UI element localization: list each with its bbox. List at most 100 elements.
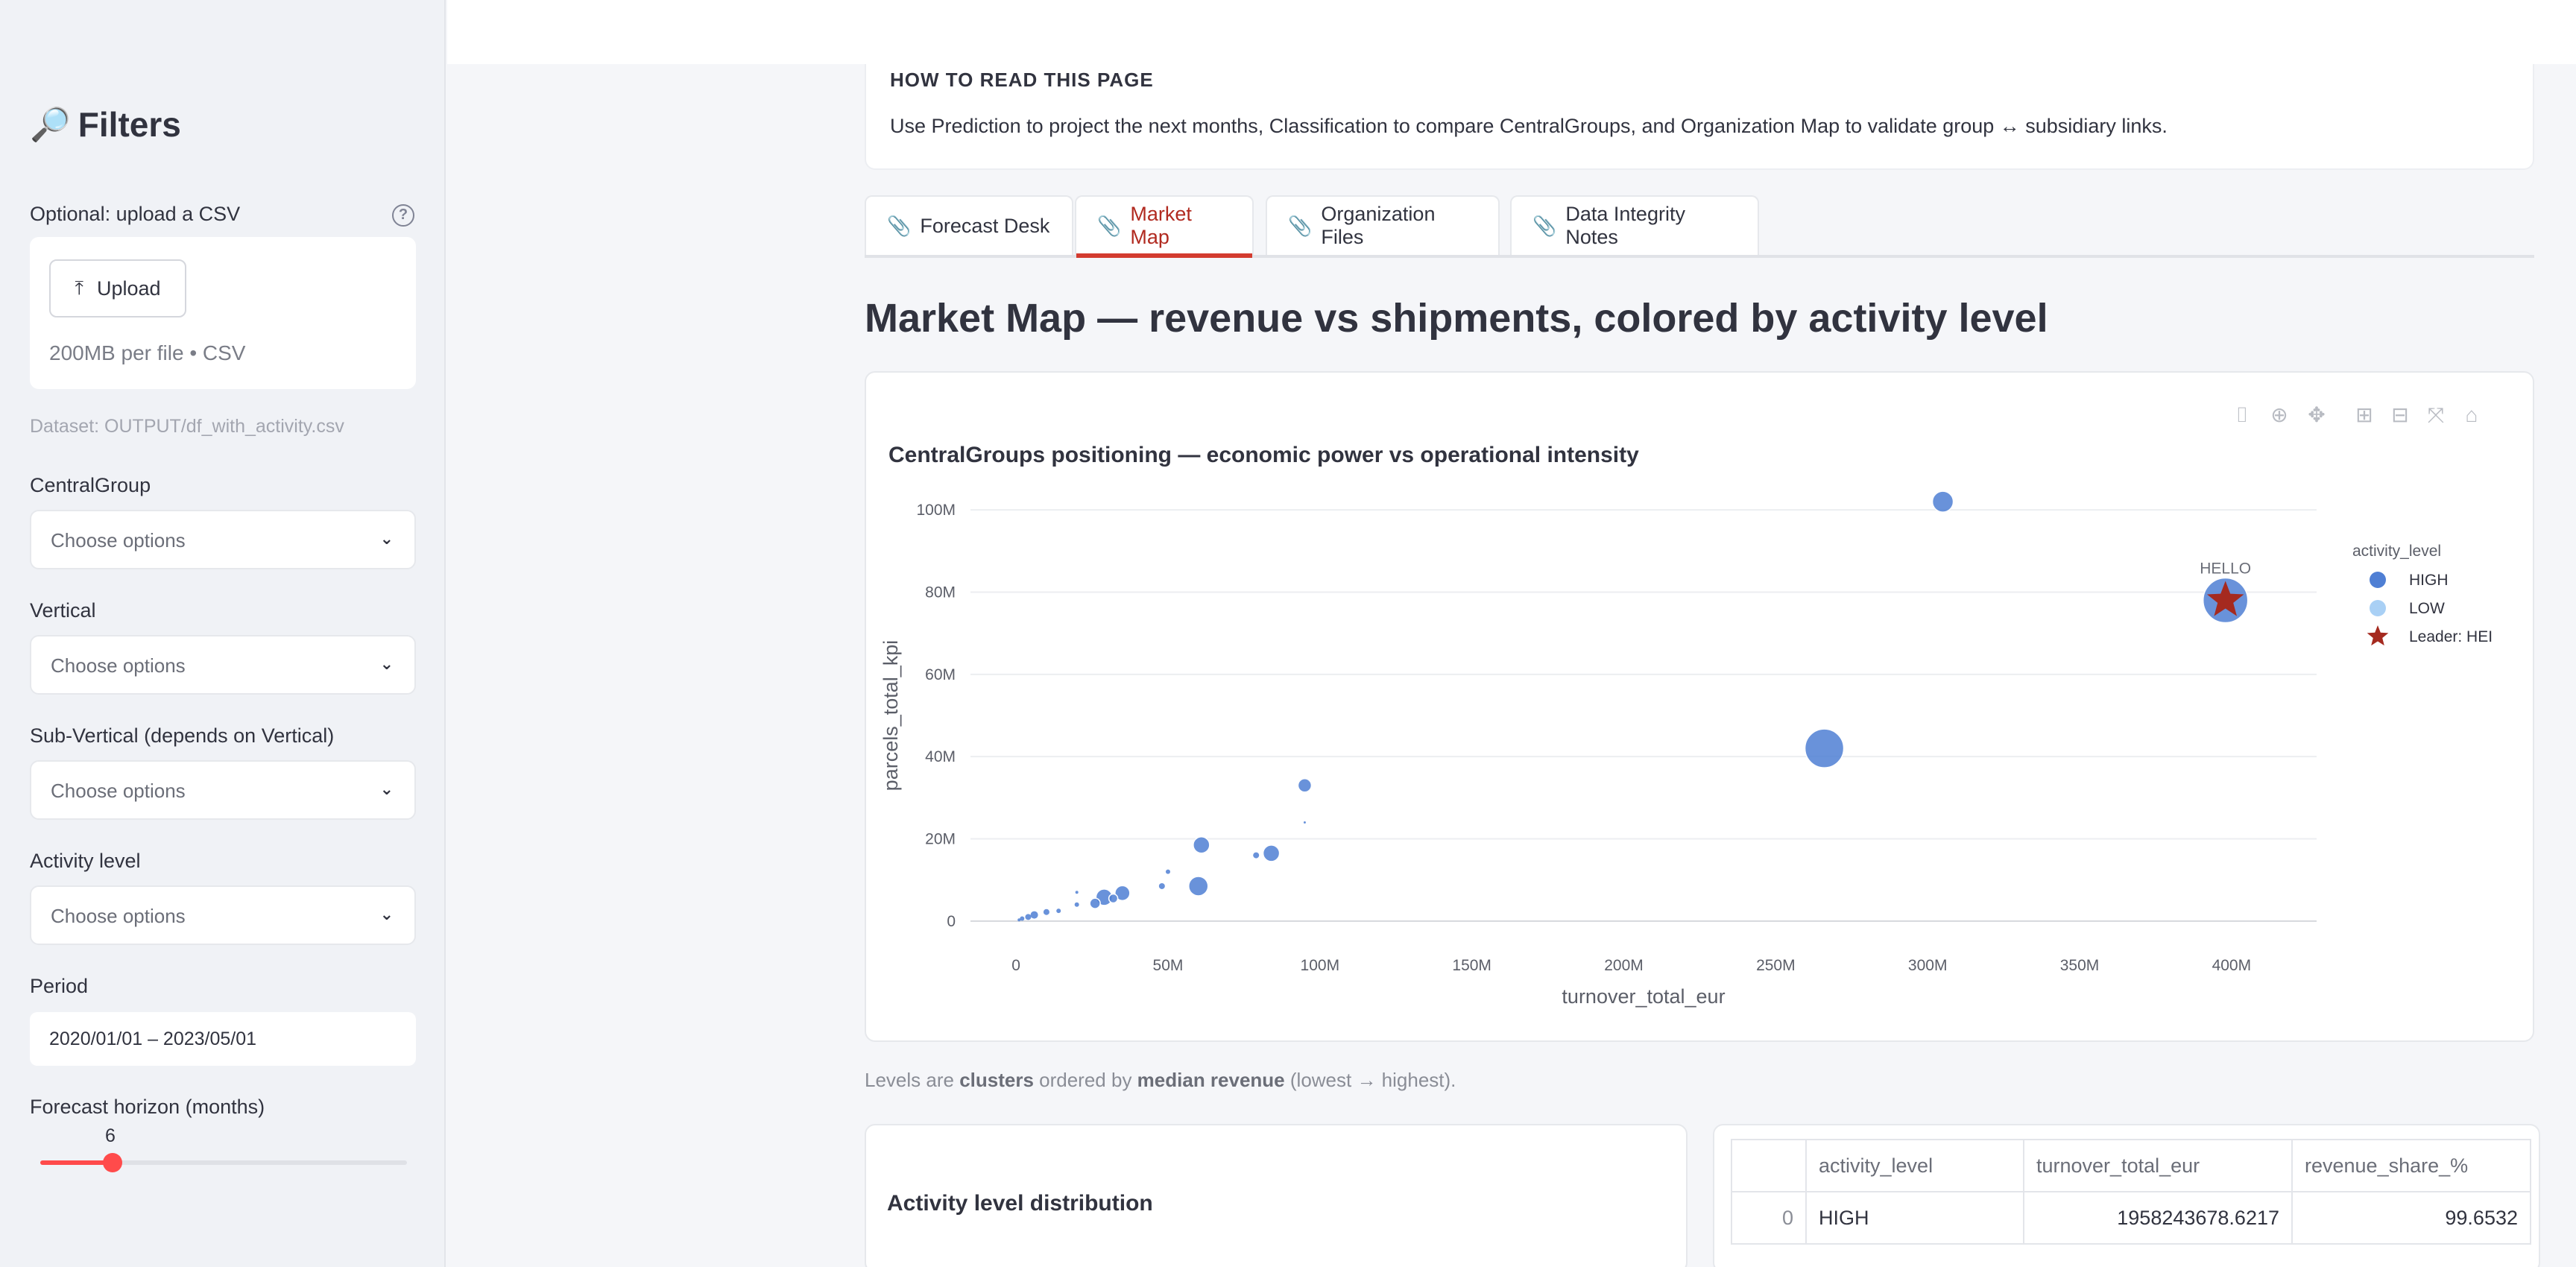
y-tick-label: 80M — [925, 584, 956, 601]
table-header-row: activity_level turnover_total_eur revenu… — [1731, 1139, 2531, 1192]
legend-item-label: LOW — [2409, 600, 2445, 617]
horizon-slider-thumb[interactable] — [103, 1153, 122, 1172]
table-header[interactable] — [1731, 1139, 1807, 1192]
x-tick-label: 150M — [1452, 957, 1491, 974]
sub-vertical-label: Sub-Vertical (depends on Vertical) — [30, 724, 335, 747]
horizon-label: Forecast horizon (months) — [30, 1096, 265, 1118]
chevron-down-icon: ⌄ — [379, 529, 394, 548]
section-title: Market Map — revenue vs shipments, color… — [865, 296, 2048, 341]
chevron-down-icon: ⌄ — [379, 780, 394, 798]
tab-market-map[interactable]: 📎 Market Map — [1075, 195, 1254, 258]
upload-hint: 200MB per file • CSV — [49, 341, 246, 364]
file-uploader: ⤒ Upload 200MB per file • CSV — [30, 237, 416, 389]
horizon-slider-fill — [40, 1160, 112, 1165]
centralgroup-select[interactable]: Choose options ⌄ — [30, 510, 416, 569]
upload-icon: ⤒ — [75, 277, 83, 299]
table-header[interactable]: revenue_share_% — [2291, 1139, 2531, 1192]
tab-forecast-desk[interactable]: 📎 Forecast Desk — [865, 195, 1073, 255]
data-point[interactable] — [1297, 778, 1313, 793]
y-tick-label: 60M — [925, 666, 956, 683]
table-cell: 0 — [1731, 1191, 1807, 1245]
zoom-icon: ⊕ — [2270, 403, 2288, 426]
centralgroup-label: CentralGroup — [30, 474, 151, 496]
y-tick-label: 40M — [925, 748, 956, 765]
y-tick-label: 100M — [916, 502, 956, 519]
table-row: 0 HIGH 1958243678.6217 99.6532 — [1731, 1191, 2531, 1245]
vertical-label: Vertical — [30, 599, 96, 622]
data-point[interactable] — [1074, 902, 1079, 907]
x-tick-label: 0 — [1011, 957, 1020, 974]
legend-marker — [2370, 600, 2386, 616]
activity-table[interactable]: activity_level turnover_total_eur revenu… — [1731, 1139, 2531, 1245]
table-cell: HIGH — [1805, 1191, 2024, 1245]
table-cell: 99.6532 — [2291, 1191, 2531, 1245]
help-icon[interactable]: ? — [392, 204, 414, 227]
distribution-title: Activity level distribution — [887, 1191, 1153, 1216]
howto-card: HOW TO READ THIS PAGE Use Prediction to … — [865, 64, 2534, 170]
pan-icon: ✥ — [2308, 403, 2325, 426]
x-tick-label: 350M — [2060, 957, 2100, 974]
legend-star-icon — [2367, 625, 2389, 646]
sidebar: 🔎 Filters Optional: upload a CSV ? ⤒ Upl… — [0, 0, 446, 1267]
data-point[interactable] — [1262, 844, 1281, 862]
autoscale-icon: ⤧ — [2428, 403, 2444, 426]
data-point[interactable] — [1089, 897, 1101, 909]
period-date-input[interactable]: 2020/01/01 – 2023/05/01 — [30, 1012, 416, 1066]
x-tick-label: 100M — [1301, 957, 1340, 974]
data-point[interactable] — [1253, 852, 1260, 859]
data-point[interactable] — [1056, 909, 1061, 914]
x-tick-label: 400M — [2212, 957, 2252, 974]
table-header[interactable]: turnover_total_eur — [2023, 1139, 2293, 1192]
data-point[interactable] — [1165, 869, 1170, 874]
x-tick-label: 250M — [1756, 957, 1796, 974]
vertical-select[interactable]: Choose options ⌄ — [30, 635, 416, 695]
data-point[interactable] — [1030, 911, 1038, 919]
main-content: HOW TO READ THIS PAGE Use Prediction to … — [447, 0, 2576, 1267]
data-point[interactable] — [1931, 490, 1954, 513]
dataset-caption: Dataset: OUTPUT/df_with_activity.csv — [30, 416, 344, 437]
paperclip-icon: 📎 — [1532, 214, 1557, 237]
home-icon: ⌂ — [2466, 403, 2478, 426]
data-point[interactable] — [1043, 909, 1049, 915]
table-header[interactable]: activity_level — [1805, 1139, 2024, 1192]
chart-title: CentralGroups positioning — economic pow… — [888, 443, 1639, 467]
zoom-in-icon: ⊞ — [2355, 403, 2373, 426]
data-point[interactable] — [1108, 893, 1119, 904]
data-point[interactable] — [1303, 821, 1306, 824]
magnifier-icon: 🔎 — [30, 107, 71, 143]
tab-data-integrity-notes[interactable]: 📎 Data Integrity Notes — [1510, 195, 1759, 255]
paperclip-icon: 📎 — [887, 214, 912, 237]
activity-table-card: activity_level turnover_total_eur revenu… — [1713, 1124, 2540, 1267]
tab-organization-files[interactable]: 📎 Organization Files — [1266, 195, 1500, 255]
legend-title: activity_level — [2352, 543, 2441, 560]
distribution-card: Activity level distribution — [865, 1124, 1688, 1267]
sub-vertical-select[interactable]: Choose options ⌄ — [30, 760, 416, 820]
data-point[interactable] — [1075, 891, 1079, 894]
y-tick-label: 0 — [947, 913, 956, 930]
data-point[interactable] — [1025, 914, 1032, 920]
y-axis-label: parcels_total_kpi — [880, 640, 902, 792]
activity-level-select[interactable]: Choose options ⌄ — [30, 885, 416, 945]
data-point[interactable] — [1020, 916, 1025, 921]
upload-label: Optional: upload a CSV — [30, 203, 241, 225]
paperclip-icon: 📎 — [1097, 214, 1122, 237]
legend-item-label: Leader: HEI — [2409, 628, 2493, 645]
top-header — [447, 0, 2576, 64]
data-point[interactable] — [1158, 882, 1165, 889]
paperclip-icon: 📎 — [1288, 214, 1313, 237]
scatter-chart-card: CentralGroups positioning — economic pow… — [865, 371, 2534, 1042]
scatter-chart[interactable]: CentralGroups positioning — economic pow… — [866, 373, 2533, 1040]
leader-annotation: HELLO — [2200, 560, 2251, 578]
upload-button[interactable]: ⤒ Upload — [49, 259, 186, 317]
data-point[interactable] — [1804, 728, 1845, 768]
chevron-down-icon: ⌄ — [379, 654, 394, 673]
data-point[interactable] — [1017, 918, 1021, 922]
x-tick-label: 300M — [1908, 957, 1948, 974]
data-point[interactable] — [1188, 876, 1209, 897]
y-tick-label: 20M — [925, 831, 956, 848]
chevron-down-icon: ⌄ — [379, 905, 394, 923]
data-point[interactable] — [1193, 836, 1210, 854]
legend-marker — [2370, 572, 2386, 588]
table-cell: 1958243678.6217 — [2023, 1191, 2293, 1245]
sidebar-title: 🔎 Filters — [30, 105, 181, 144]
